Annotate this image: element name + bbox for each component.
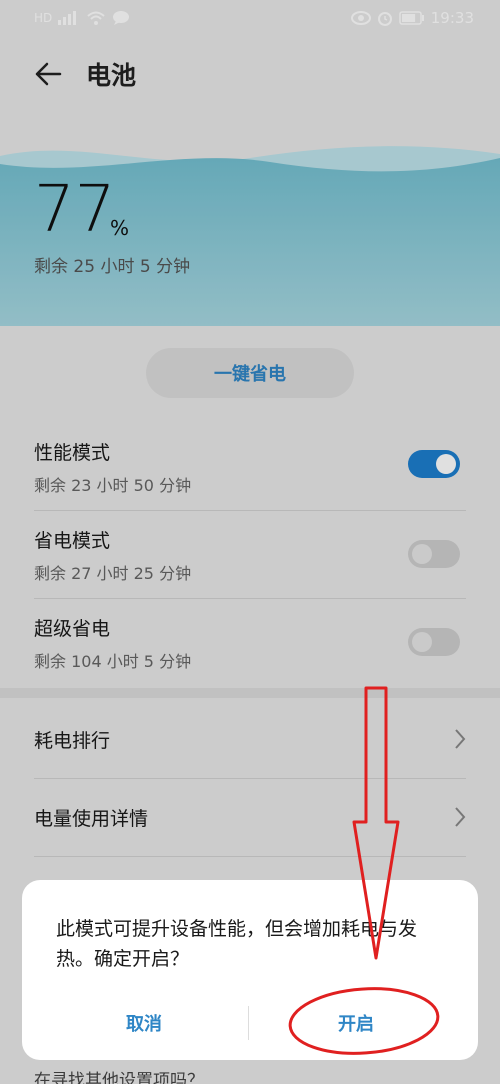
confirm-dialog: 此模式可提升设备性能，但会增加耗电与发热。确定开启？ 取消 开启: [22, 880, 478, 1060]
cancel-button[interactable]: 取消: [62, 1006, 226, 1040]
dialog-message: 此模式可提升设备性能，但会增加耗电与发热。确定开启？: [56, 918, 418, 970]
dialog-divider: [248, 1006, 249, 1040]
confirm-button[interactable]: 开启: [274, 1006, 438, 1040]
